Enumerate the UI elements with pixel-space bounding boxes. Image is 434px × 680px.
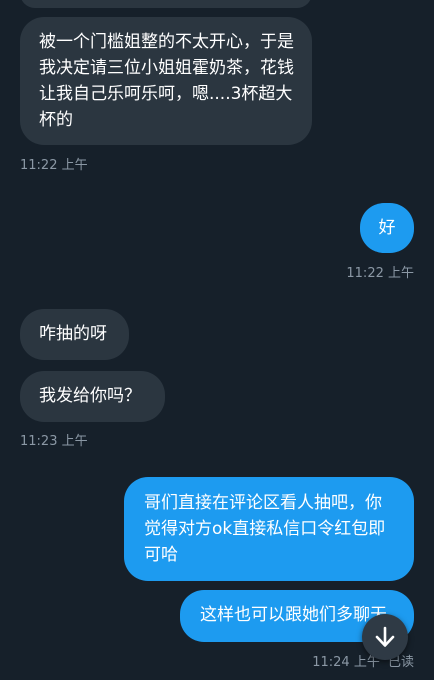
message-text: 好 xyxy=(378,218,396,238)
arrow-down-icon xyxy=(375,626,395,647)
message-bubble-incoming: 被一个门槛姐整的不太开心，于是我决定请三位小姐姐霍奶茶，花钱让我自己乐呵乐呵，嗯… xyxy=(20,17,312,145)
message-timestamp: 11:22 上午 xyxy=(20,158,88,173)
message-timestamp: 11:22 上午 xyxy=(346,266,414,281)
scroll-to-bottom-button[interactable] xyxy=(362,614,408,660)
message-timestamp: 11:24 上午 xyxy=(312,655,380,670)
message-bubble-outgoing: 哥们直接在评论区看人抽吧，你觉得对方ok直接私信口令红包即可哈 xyxy=(124,477,414,581)
message-text: 这样也可以跟她们多聊天 xyxy=(200,605,387,625)
message-timestamp: 11:23 上午 xyxy=(20,434,88,449)
message-text: 被一个门槛姐整的不太开心，于是我决定请三位小姐姐霍奶茶，花钱让我自己乐呵乐呵，嗯… xyxy=(39,32,294,130)
message-text: 哥们直接在评论区看人抽吧，你觉得对方ok直接私信口令红包即可哈 xyxy=(144,493,386,565)
message-bubble-incoming: 我发给你吗？ xyxy=(20,371,165,422)
message-bubble-incoming: 咋抽的呀 xyxy=(20,309,129,360)
message-bubble-partial xyxy=(20,0,312,8)
message-text: 咋抽的呀 xyxy=(39,324,107,344)
message-text: 我发给你吗？ xyxy=(39,386,141,406)
message-bubble-outgoing: 好 xyxy=(360,203,414,253)
